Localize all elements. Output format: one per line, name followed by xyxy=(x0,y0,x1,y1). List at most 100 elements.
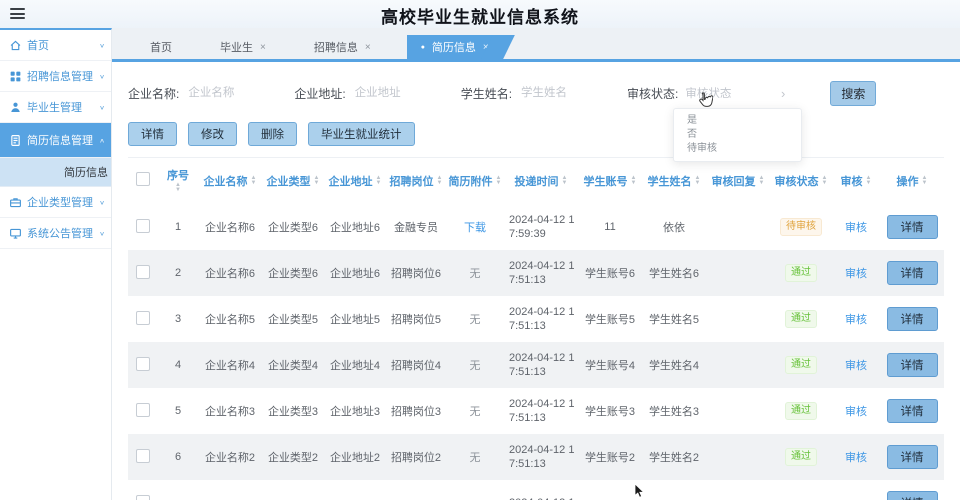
row-checkbox[interactable] xyxy=(136,356,150,371)
no-cell: 4 xyxy=(174,359,182,371)
row-checkbox[interactable] xyxy=(136,264,150,279)
column-label: 审核 xyxy=(840,176,863,188)
sort-caret-icon: ▲ ▼ xyxy=(694,175,701,186)
chevron-down-icon: ∨ xyxy=(99,41,105,49)
sidebar-item-recruit-info[interactable]: 招聘信息管理 ∨ xyxy=(0,61,111,92)
time-cell: 2024-04-12 1 7:51:13 xyxy=(504,388,578,434)
detail-button[interactable]: 详情 xyxy=(886,215,938,239)
download-link[interactable]: 下载 xyxy=(464,222,486,234)
audit-link[interactable]: 审核 xyxy=(845,314,867,326)
column-header-操作[interactable]: 操作 ▲ ▼ xyxy=(880,158,944,204)
toolbar-button-毕业生就业统计[interactable]: 毕业生就业统计 xyxy=(308,122,415,146)
select-all-checkbox[interactable] xyxy=(136,171,150,186)
attachment-text: 无 xyxy=(469,360,481,372)
chevron-down-icon: ∨ xyxy=(99,103,105,111)
detail-button[interactable]: 详情 xyxy=(886,491,938,500)
column-header-审核状态[interactable]: 审核状态 ▲ ▼ xyxy=(770,158,832,204)
close-icon[interactable]: × xyxy=(483,42,489,53)
column-header-企业名称[interactable]: 企业名称 ▲ ▼ xyxy=(198,158,262,204)
checkbox-cell xyxy=(128,204,158,250)
column-header-企业地址[interactable]: 企业地址 ▲ ▼ xyxy=(324,158,386,204)
tab-首页[interactable]: 首页 xyxy=(138,35,184,59)
company-address-input[interactable] xyxy=(352,86,457,100)
table-row: 4 企业名称4 企业类型4 企业地址4 招聘岗位4 无 2024-04-12 1 7:51:1… xyxy=(128,342,944,388)
column-header-投递时间[interactable]: 投递时间 ▲ ▼ xyxy=(504,158,578,204)
close-icon[interactable]: × xyxy=(365,42,371,53)
table-row: 1 企业名称6 企业类型6 企业地址6 金融专员 下载 2024-04-12 1 7:59:3… xyxy=(128,204,944,250)
row-checkbox[interactable] xyxy=(136,218,150,233)
dropdown-option-是[interactable]: 是 xyxy=(674,114,801,128)
toolbar-button-删除[interactable]: 删除 xyxy=(248,122,297,146)
column-header-企业类型[interactable]: 企业类型 ▲ ▼ xyxy=(262,158,324,204)
column-header-招聘岗位[interactable]: 招聘岗位 ▲ ▼ xyxy=(386,158,446,204)
row-checkbox[interactable] xyxy=(136,310,150,325)
attachment-cell: 无 xyxy=(446,342,504,388)
column-header-学生账号[interactable]: 学生账号 ▲ ▼ xyxy=(578,158,642,204)
no-cell: 2 xyxy=(174,267,182,279)
type-cell: 企业类型6 xyxy=(267,222,319,234)
toolbar-button-修改[interactable]: 修改 xyxy=(188,122,237,146)
audit-cell: 审核 xyxy=(832,250,880,296)
sidebar-item-graduate[interactable]: 毕业生管理 ∨ xyxy=(0,92,111,123)
audit-link[interactable]: 审核 xyxy=(845,406,867,418)
attachment-text: 无 xyxy=(469,268,481,280)
dropdown-option-待审核[interactable]: 待审核 xyxy=(674,142,801,156)
detail-button[interactable]: 详情 xyxy=(886,353,938,377)
detail-button[interactable]: 详情 xyxy=(886,399,938,423)
column-header-审核回复[interactable]: 审核回复 ▲ ▼ xyxy=(706,158,770,204)
sort-caret-icon: ▲ ▼ xyxy=(375,175,382,186)
tab-招聘信息[interactable]: 招聘信息 × xyxy=(302,35,383,59)
tab-简历信息[interactable]: ● 简历信息 × xyxy=(406,35,499,59)
close-icon[interactable]: × xyxy=(260,42,266,53)
app-window: 高校毕业生就业信息系统 首页 ∨ 招聘信息管理 ∨ 毕业生管理 ∨ 简历信息管理 ∧ 简历信息企… xyxy=(0,0,960,500)
column-label: 企业地址 xyxy=(328,176,373,188)
column-label: 简历附件 xyxy=(448,176,493,188)
attachment-cell xyxy=(446,480,504,500)
type-cell: 企业类型3 xyxy=(267,406,319,418)
select-all-header xyxy=(128,158,158,204)
audit-link[interactable]: 审核 xyxy=(845,268,867,280)
column-label: 学生账号 xyxy=(583,176,628,188)
table-row: 2024-04-12 1 详情 xyxy=(128,480,944,500)
column-label: 学生姓名 xyxy=(647,176,692,188)
position-cell: 招聘岗位4 xyxy=(390,360,442,372)
audit-status-dropdown: 是否待审核 xyxy=(673,108,802,162)
column-header-学生姓名[interactable]: 学生姓名 ▲ ▼ xyxy=(642,158,706,204)
hand-cursor-icon xyxy=(697,92,714,115)
audit-link[interactable]: 审核 xyxy=(845,360,867,372)
sidebar-item-home[interactable]: 首页 ∨ xyxy=(0,30,111,61)
column-header-简历附件[interactable]: 简历附件 ▲ ▼ xyxy=(446,158,504,204)
sidebar-subitem-resume-info[interactable]: 简历信息 xyxy=(0,158,111,187)
no-cell: 6 xyxy=(174,451,182,463)
sidebar-item-resume-info[interactable]: 简历信息管理 ∧ xyxy=(0,123,111,158)
column-header-审核[interactable]: 审核 ▲ ▼ xyxy=(832,158,880,204)
column-header-序号[interactable]: 序号 ▲ ▼ xyxy=(158,158,198,204)
detail-button[interactable]: 详情 xyxy=(886,307,938,331)
row-checkbox[interactable] xyxy=(136,402,150,417)
sort-caret-icon: ▲ ▼ xyxy=(921,175,928,186)
audit-link[interactable]: 审核 xyxy=(845,222,867,234)
no-cell: 3 xyxy=(174,313,182,325)
student-name-input[interactable] xyxy=(519,86,624,100)
row-checkbox[interactable] xyxy=(136,494,150,500)
reply-cell xyxy=(706,296,770,342)
tab-bar: 首页 毕业生 × 招聘信息 × ● 简历信息 × xyxy=(112,28,960,59)
checkbox-cell xyxy=(128,342,158,388)
sidebar-menu: 首页 ∨ 招聘信息管理 ∨ 毕业生管理 ∨ 简历信息管理 ∧ 简历信息 企业类型管理 ∨ 系统公告管理… xyxy=(0,30,111,249)
sidebar-item-system-notice[interactable]: 系统公告管理 ∨ xyxy=(0,218,111,249)
time-cell: 2024-04-12 1 7:51:13 xyxy=(504,434,578,480)
checkbox-cell xyxy=(128,296,158,342)
type-cell: 企业类型2 xyxy=(267,452,319,464)
company-name-input[interactable] xyxy=(186,86,291,100)
sidebar-item-company-type[interactable]: 企业类型管理 ∨ xyxy=(0,187,111,218)
sidebar-item-label: 毕业生管理 xyxy=(27,102,82,114)
search-button[interactable]: 搜索 xyxy=(830,80,877,106)
attachment-cell: 无 xyxy=(446,388,504,434)
tab-毕业生[interactable]: 毕业生 × xyxy=(208,35,278,59)
detail-button[interactable]: 详情 xyxy=(886,445,938,469)
toolbar-button-详情[interactable]: 详情 xyxy=(128,122,177,146)
detail-button[interactable]: 详情 xyxy=(886,261,938,285)
dropdown-option-否[interactable]: 否 xyxy=(674,128,801,142)
audit-link[interactable]: 审核 xyxy=(845,452,867,464)
row-checkbox[interactable] xyxy=(136,448,150,463)
